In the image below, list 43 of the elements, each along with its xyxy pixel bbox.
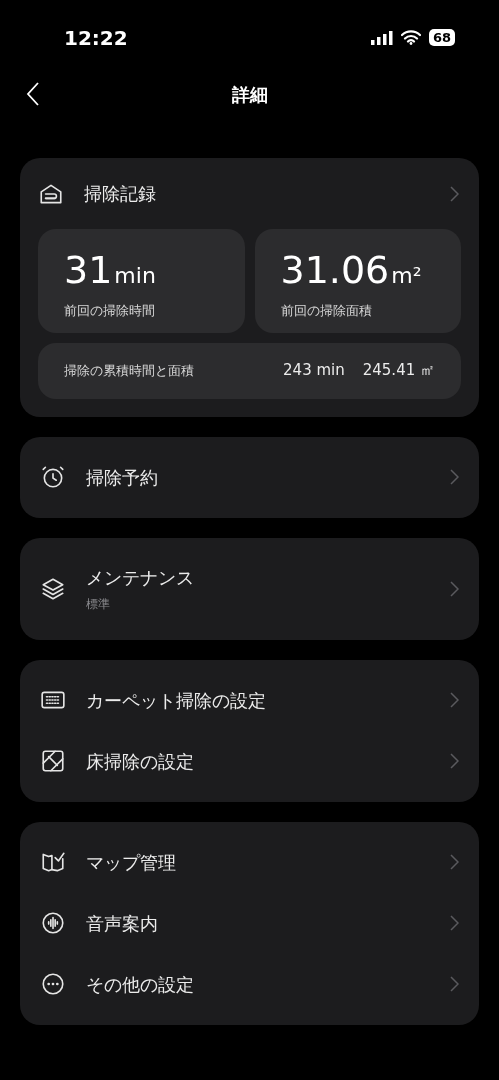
- more-options-icon: [40, 971, 66, 997]
- stat-value: 31: [64, 247, 113, 293]
- item-label: その他の設定: [86, 972, 195, 997]
- total-area: 245.41 ㎡: [362, 359, 435, 382]
- stat-unit: m²: [391, 262, 422, 290]
- settings-item[interactable]: カーペット掃除の設定: [40, 669, 459, 731]
- card-title[interactable]: 掃除記録: [84, 180, 430, 207]
- chevron-right-icon: [450, 185, 459, 202]
- stat-label: 前回の掃除面積: [280, 302, 373, 320]
- item-label: 掃除予約: [86, 465, 159, 490]
- item-subtitle: 標準: [86, 596, 111, 613]
- item-label: マップ管理: [86, 850, 177, 875]
- back-button[interactable]: [24, 80, 42, 108]
- settings-item[interactable]: メンテナンス 標準: [40, 547, 459, 630]
- floor-tile-icon: [40, 748, 66, 774]
- item-label: メンテナンス: [86, 566, 195, 590]
- page-title: 詳細: [231, 82, 268, 107]
- chevron-right-icon: [450, 915, 459, 931]
- settings-item[interactable]: その他の設定: [40, 953, 459, 1015]
- alarm-clock-icon: [40, 464, 66, 490]
- status-time: 12:22: [64, 24, 128, 52]
- chevron-right-icon: [450, 692, 459, 708]
- stat-value: 31.06: [280, 247, 390, 293]
- item-label: 床掃除の設定: [86, 749, 195, 774]
- settings-item[interactable]: 掃除予約: [40, 446, 459, 508]
- total-label: 掃除の累積時間と面積: [64, 361, 195, 380]
- stat-unit: min: [114, 262, 156, 290]
- stat-label: 前回の掃除時間: [64, 302, 156, 320]
- battery-indicator: 68: [428, 29, 455, 46]
- settings-item[interactable]: 床掃除の設定: [40, 730, 459, 792]
- wifi-icon: [400, 30, 421, 45]
- chevron-right-icon: [450, 469, 459, 485]
- settings-item[interactable]: 音声案内: [40, 892, 459, 954]
- settings-item[interactable]: マップ管理: [40, 831, 459, 893]
- chevron-right-icon: [450, 976, 459, 992]
- signal-icon: [370, 30, 393, 45]
- chevron-right-icon: [450, 753, 459, 769]
- total-time: 243 min: [283, 360, 345, 382]
- chevron-right-icon: [450, 580, 459, 597]
- chevron-right-icon: [450, 854, 459, 870]
- sound-wave-icon: [40, 910, 66, 936]
- item-label: 音声案内: [86, 911, 159, 936]
- item-label: カーペット掃除の設定: [86, 688, 267, 713]
